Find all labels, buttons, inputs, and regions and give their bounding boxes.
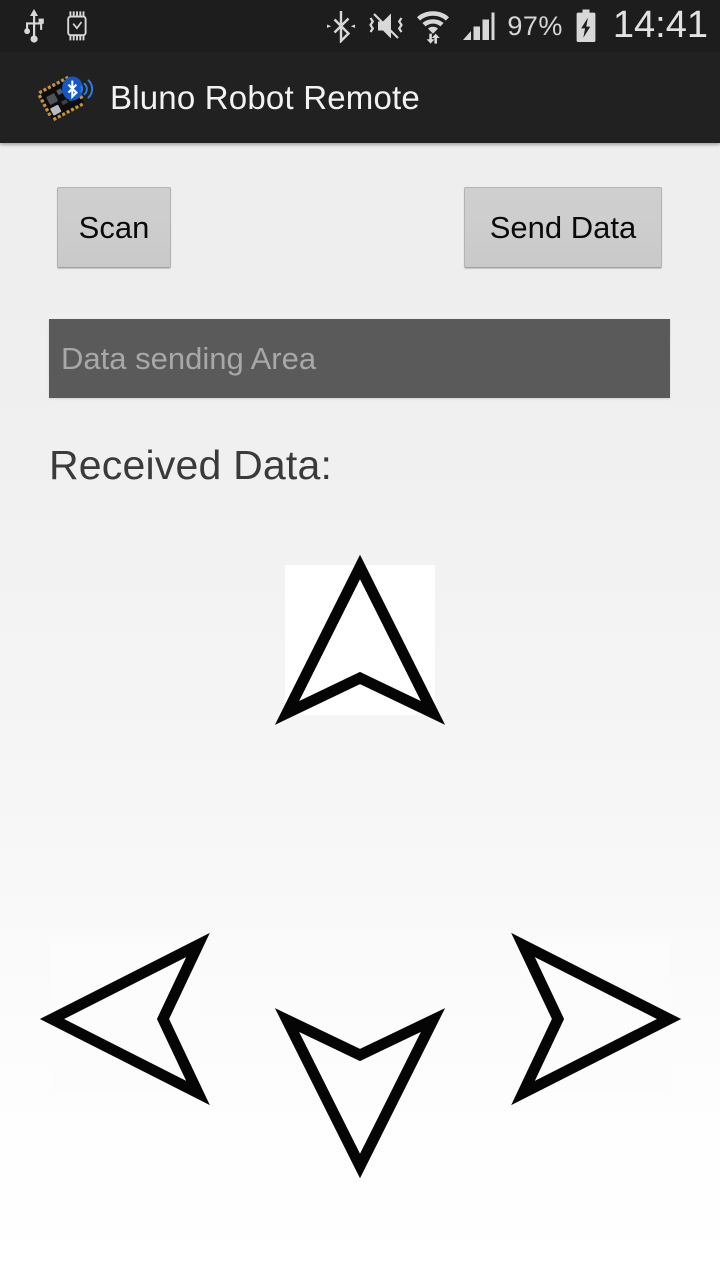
battery-charging-icon bbox=[575, 9, 597, 43]
received-data-label: Received Data: bbox=[49, 442, 333, 488]
send-data-button[interactable]: Send Data bbox=[464, 187, 662, 268]
scan-button[interactable]: Scan bbox=[57, 187, 171, 268]
cellular-signal-icon bbox=[461, 9, 495, 43]
mute-vibrate-icon bbox=[367, 9, 405, 43]
arrow-down-icon bbox=[274, 1008, 446, 1179]
arrow-up-icon bbox=[274, 554, 446, 725]
action-bar: Bluno Robot Remote bbox=[0, 52, 720, 143]
arrow-left-button[interactable] bbox=[39, 932, 210, 1106]
status-bar: 97% 14:41 bbox=[0, 0, 720, 52]
app-title: Bluno Robot Remote bbox=[110, 78, 420, 116]
smartwatch-icon bbox=[64, 9, 90, 43]
status-bar-left-icons bbox=[22, 9, 90, 43]
usb-icon bbox=[22, 9, 46, 43]
battery-percent-label: 97% bbox=[507, 10, 563, 41]
bluno-app-icon bbox=[37, 69, 96, 127]
status-bar-clock: 14:41 bbox=[612, 3, 708, 46]
main-content: Scan Send Data Received Data: bbox=[0, 143, 720, 1280]
wifi-icon bbox=[417, 8, 450, 44]
arrow-up-button[interactable] bbox=[274, 554, 446, 725]
arrow-right-icon bbox=[511, 932, 682, 1106]
bluetooth-icon bbox=[327, 9, 356, 44]
arrow-down-button[interactable] bbox=[274, 1008, 446, 1179]
app-screen: 97% 14:41 Bluno Robot Remote Scan Send D… bbox=[0, 0, 720, 1280]
status-bar-right-icons: 97% 14:41 bbox=[327, 3, 708, 48]
arrow-right-button[interactable] bbox=[511, 932, 682, 1106]
data-sending-input[interactable] bbox=[49, 319, 670, 398]
arrow-left-icon bbox=[39, 932, 210, 1106]
